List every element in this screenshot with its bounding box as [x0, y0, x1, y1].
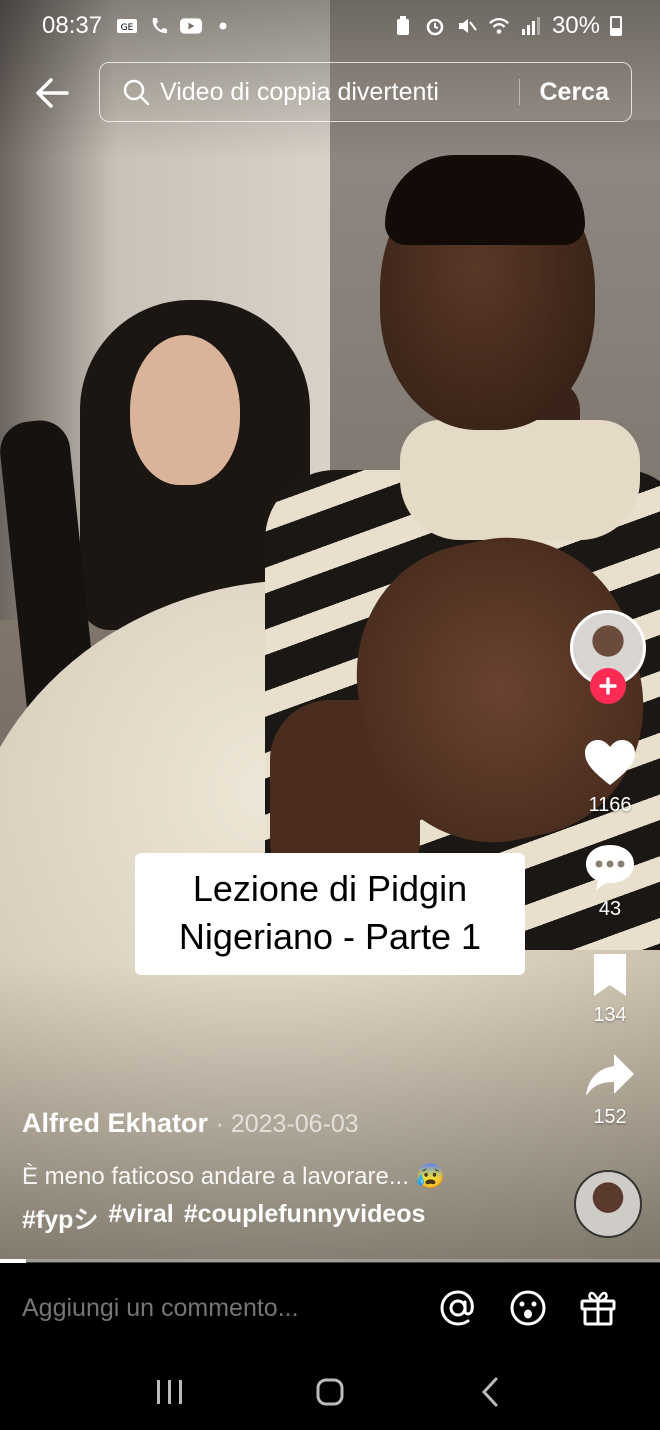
comment-button[interactable]: 43 [560, 842, 660, 921]
call-icon [148, 17, 170, 35]
video-text-sticker: Lezione di Pidgin Nigeriano - Parte 1 [135, 853, 525, 975]
emoji-button[interactable] [508, 1288, 548, 1328]
home-icon [316, 1378, 344, 1405]
hashtag[interactable]: #viral [108, 1200, 173, 1236]
battery-saver-icon [392, 16, 414, 35]
battery-icon [610, 16, 622, 36]
creator-avatar-button[interactable] [570, 610, 646, 706]
share-button[interactable]: 152 [560, 1052, 660, 1129]
follow-button[interactable] [590, 668, 626, 704]
bookmark-icon [594, 954, 626, 996]
video-description[interactable]: È meno faticoso andare a lavorare... 😰 [22, 1162, 445, 1191]
sticker-line-2: Nigeriano - Parte 1 [178, 916, 482, 957]
sound-disc-button[interactable] [574, 1170, 642, 1238]
comment-bubble-icon [586, 845, 634, 890]
heart-icon [585, 740, 635, 785]
home-button[interactable] [300, 1367, 360, 1417]
svg-text:GE: GE [121, 23, 134, 33]
search-submit-button[interactable]: Cerca [540, 78, 610, 107]
arrow-left-icon [36, 78, 69, 108]
comment-tools [438, 1288, 618, 1328]
alarm-icon [424, 17, 446, 36]
wifi-icon [488, 17, 510, 35]
search-input[interactable] [160, 77, 513, 107]
video-person-man-collar [400, 420, 640, 540]
dot-icon [212, 17, 234, 35]
sticker-line-1: Lezione di Pidgin [192, 868, 468, 909]
emoji-icon [510, 1290, 546, 1326]
battery-percentage: 30% [551, 12, 600, 39]
status-system-icons: 30% [392, 12, 622, 40]
mute-icon [456, 17, 478, 35]
at-icon [440, 1290, 474, 1326]
like-count: 1166 [588, 794, 632, 816]
status-notification-icons: GE [116, 17, 234, 35]
share-count: 152 [593, 1106, 627, 1128]
signal-icon [520, 17, 542, 35]
chevron-left-icon [481, 1377, 498, 1406]
search-bar[interactable]: Cerca [99, 62, 632, 122]
status-time: 08:37 [42, 12, 103, 39]
system-navigation-bar [0, 1353, 660, 1430]
hashtag[interactable]: #couplefunnyvideos [184, 1200, 426, 1236]
save-button[interactable]: 134 [560, 952, 660, 1027]
post-date: · 2023-06-03 [215, 1110, 359, 1138]
comment-input[interactable] [22, 1293, 438, 1323]
like-button[interactable]: 1166 [560, 738, 660, 817]
status-bar: 08:37 GE 30% [0, 0, 660, 52]
recent-apps-button[interactable] [140, 1367, 200, 1417]
gallery-notification-icon: GE [116, 17, 138, 35]
comment-count: 43 [598, 898, 622, 920]
back-button[interactable] [30, 70, 76, 116]
search-divider [518, 79, 520, 105]
plus-icon [599, 677, 617, 695]
author-name[interactable]: Alfred Ekhator [22, 1108, 208, 1138]
hashtag-list: #fypシ #viral #couplefunnyvideos [22, 1200, 425, 1236]
mention-button[interactable] [438, 1288, 478, 1328]
save-count: 134 [593, 1004, 627, 1026]
video-person-man-hair [385, 155, 585, 245]
hashtag[interactable]: #fypシ [22, 1200, 98, 1236]
system-back-button[interactable] [460, 1367, 520, 1417]
comment-bar [0, 1263, 660, 1353]
video-person-woman-face [130, 335, 240, 485]
youtube-icon [180, 17, 203, 35]
author-line: Alfred Ekhator · 2023-06-03 [22, 1108, 359, 1139]
share-arrow-icon [586, 1054, 634, 1096]
search-icon [123, 79, 150, 106]
gift-button[interactable] [578, 1288, 618, 1328]
gift-icon [580, 1291, 616, 1326]
recent-apps-icon [157, 1379, 182, 1404]
